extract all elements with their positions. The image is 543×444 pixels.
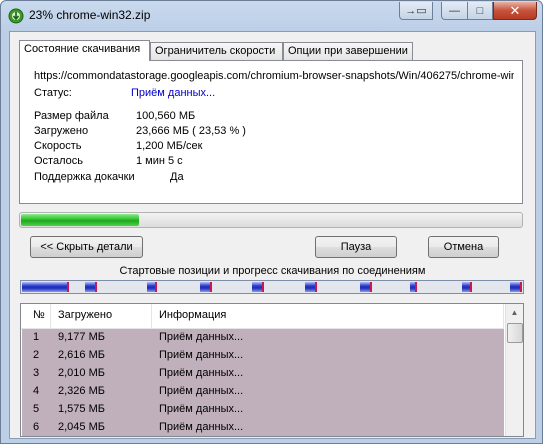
speed-label: Скорость bbox=[34, 140, 82, 152]
hide-details-button[interactable]: << Скрыть детали bbox=[30, 236, 143, 258]
dialog-client-area: Состояние скачивания Ограничитель скорос… bbox=[9, 31, 536, 439]
close-button[interactable]: ✕ bbox=[493, 2, 537, 20]
tab-speed-limiter[interactable]: Ограничитель скорости bbox=[150, 42, 283, 60]
pause-button[interactable]: Пауза bbox=[315, 236, 397, 258]
remaining-label: Осталось bbox=[34, 155, 83, 167]
column-header-info[interactable]: Информация bbox=[159, 309, 226, 321]
connection-segment bbox=[510, 282, 522, 292]
connection-segment bbox=[85, 282, 97, 292]
connections-list: № Загружено Информация 1 9,177 МБ Приём … bbox=[20, 303, 524, 437]
window-title: 23% chrome-win32.zip bbox=[29, 8, 151, 22]
list-item[interactable]: 6 2,045 МБ Приём данных... bbox=[22, 419, 504, 436]
scrollbar-thumb[interactable] bbox=[507, 323, 523, 343]
scroll-up-arrow-icon[interactable]: ▲ bbox=[507, 304, 522, 321]
list-item[interactable]: 3 2,010 МБ Приём данных... bbox=[22, 365, 504, 383]
connection-segment-marker bbox=[520, 282, 522, 292]
arrow-window-icon: →▭ bbox=[405, 5, 427, 17]
downloaded-label: Загружено bbox=[34, 125, 89, 137]
hide-to-tray-button[interactable]: →▭ bbox=[399, 2, 433, 20]
connection-segment-marker bbox=[315, 282, 317, 292]
minimize-icon: — bbox=[449, 4, 460, 17]
maximize-icon: □ bbox=[476, 4, 484, 17]
download-progress-bar bbox=[19, 212, 523, 228]
connection-segment-marker bbox=[95, 282, 97, 292]
row-loaded: 2,326 МБ bbox=[58, 385, 105, 397]
resume-support-value: Да bbox=[170, 171, 184, 183]
speed-value: 1,200 МБ/сек bbox=[136, 140, 203, 152]
connection-segment bbox=[200, 282, 212, 292]
remaining-value: 1 мин 5 с bbox=[136, 155, 183, 167]
download-app-icon bbox=[8, 8, 24, 24]
row-loaded: 2,045 МБ bbox=[58, 421, 105, 433]
row-loaded: 2,616 МБ bbox=[58, 349, 105, 361]
list-rows: 1 9,177 МБ Приём данных... 2 2,616 МБ Пр… bbox=[22, 329, 504, 436]
list-item[interactable]: 4 2,326 МБ Приём данных... bbox=[22, 383, 504, 401]
maximize-button[interactable]: □ bbox=[467, 2, 493, 20]
close-icon: ✕ bbox=[509, 2, 521, 18]
column-header-number[interactable]: № bbox=[33, 309, 45, 321]
row-loaded: 1,575 МБ bbox=[58, 403, 105, 415]
column-divider[interactable] bbox=[50, 304, 51, 328]
row-info: Приём данных... bbox=[159, 349, 244, 361]
connection-segment bbox=[410, 282, 417, 292]
column-header-downloaded[interactable]: Загружено bbox=[58, 309, 112, 321]
connections-caption: Стартовые позиции и прогресс скачивания … bbox=[119, 265, 426, 277]
progress-fill bbox=[21, 214, 139, 226]
row-loaded: 2,010 МБ bbox=[58, 367, 105, 379]
column-divider[interactable] bbox=[503, 304, 504, 328]
list-header: № Загружено Информация bbox=[21, 304, 504, 329]
list-item[interactable]: 5 1,575 МБ Приём данных... bbox=[22, 401, 504, 419]
connection-segment bbox=[252, 282, 264, 292]
column-divider[interactable] bbox=[151, 304, 152, 328]
file-size-label: Размер файла bbox=[34, 110, 109, 122]
row-info: Приём данных... bbox=[159, 421, 244, 433]
minimize-button[interactable]: — bbox=[441, 2, 468, 20]
resume-support-label: Поддержка докачки bbox=[34, 171, 135, 183]
title-bar[interactable]: 23% chrome-win32.zip →▭ — □ ✕ bbox=[1, 1, 542, 31]
connection-segment-marker bbox=[210, 282, 212, 292]
row-number: 5 bbox=[33, 403, 40, 415]
row-number: 4 bbox=[33, 385, 40, 397]
row-info: Приём данных... bbox=[159, 331, 244, 343]
connection-segment bbox=[22, 282, 69, 292]
row-loaded: 9,177 МБ bbox=[58, 331, 105, 343]
connection-segment bbox=[360, 282, 372, 292]
connection-segment bbox=[305, 282, 317, 292]
connection-segment-marker bbox=[67, 282, 69, 292]
file-size-value: 100,560 МБ bbox=[136, 110, 196, 122]
connections-progress-bar bbox=[20, 280, 524, 294]
connection-segment-marker bbox=[415, 282, 417, 292]
status-value: Приём данных... bbox=[131, 87, 216, 99]
downloaded-value: 23,666 МБ ( 23,53 % ) bbox=[136, 125, 246, 137]
download-url: https://commondatastorage.googleapis.com… bbox=[34, 70, 514, 82]
row-number: 3 bbox=[33, 367, 40, 379]
connection-segment-marker bbox=[155, 282, 157, 292]
list-item[interactable]: 2 2,616 МБ Приём данных... bbox=[22, 347, 504, 365]
connection-segment-marker bbox=[370, 282, 372, 292]
row-number: 6 bbox=[33, 421, 40, 433]
tab-download-status[interactable]: Состояние скачивания bbox=[19, 40, 150, 61]
list-item[interactable]: 1 9,177 МБ Приём данных... bbox=[22, 329, 504, 347]
list-scrollbar[interactable]: ▲ bbox=[505, 304, 523, 436]
connection-segment bbox=[147, 282, 157, 292]
cancel-button[interactable]: Отмена bbox=[428, 236, 499, 258]
row-info: Приём данных... bbox=[159, 367, 244, 379]
connection-segment-marker bbox=[262, 282, 264, 292]
row-number: 1 bbox=[33, 331, 40, 343]
download-window: 23% chrome-win32.zip →▭ — □ ✕ Состояние … bbox=[0, 0, 543, 444]
tab-completion-options[interactable]: Опции при завершении bbox=[283, 42, 413, 60]
download-status-panel: https://commondatastorage.googleapis.com… bbox=[19, 60, 523, 204]
row-info: Приём данных... bbox=[159, 403, 244, 415]
row-number: 2 bbox=[33, 349, 40, 361]
connection-segment-marker bbox=[470, 282, 472, 292]
status-label: Статус: bbox=[34, 87, 72, 99]
connection-segment bbox=[462, 282, 472, 292]
row-info: Приём данных... bbox=[159, 385, 244, 397]
